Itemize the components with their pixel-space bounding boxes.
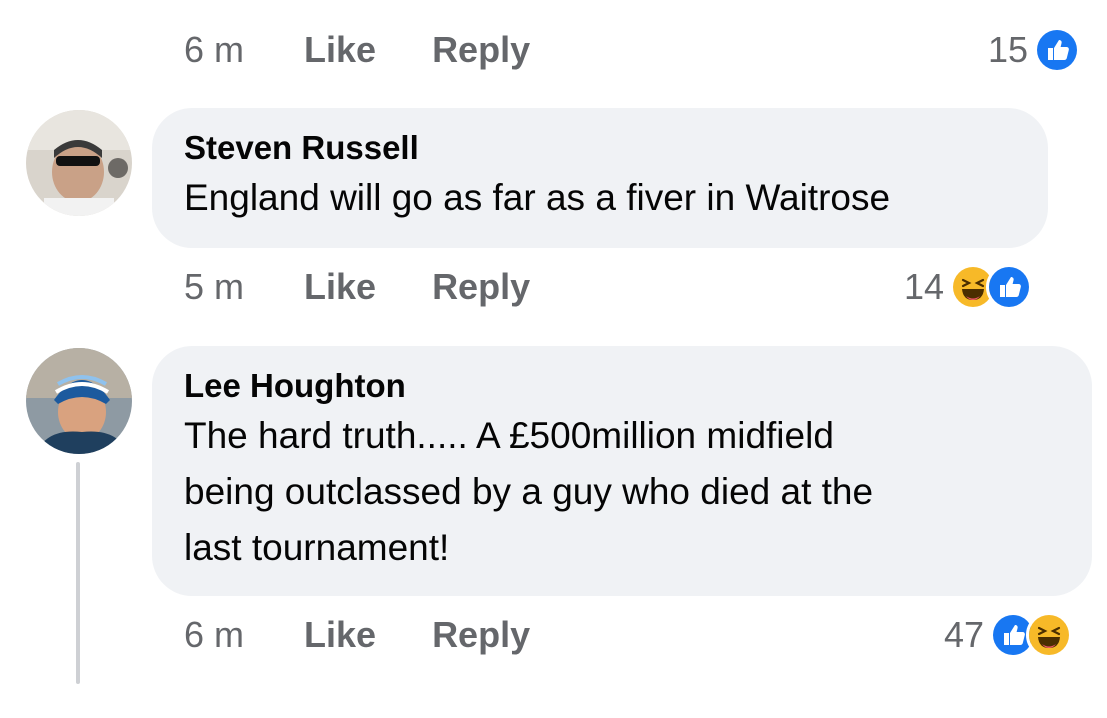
like-button[interactable]: Like bbox=[304, 266, 376, 308]
comment-bubble: Lee Houghton The hard truth..... A £500m… bbox=[152, 346, 1092, 596]
like-button[interactable]: Like bbox=[304, 614, 376, 656]
reply-button[interactable]: Reply bbox=[432, 614, 530, 656]
reaction-count: 14 bbox=[904, 266, 945, 307]
like-icon bbox=[1034, 27, 1081, 73]
comment-author[interactable]: Steven Russell bbox=[184, 126, 1016, 170]
like-icon bbox=[986, 264, 1033, 310]
reply-button[interactable]: Reply bbox=[432, 266, 530, 308]
comment-text: England will go as far as a fiver in Wai… bbox=[184, 177, 891, 218]
comment-timestamp[interactable]: 6 m bbox=[184, 614, 244, 656]
comment-timestamp[interactable]: 6 m bbox=[184, 29, 244, 71]
reaction-count: 47 bbox=[944, 614, 985, 655]
comment-thread: 6 m Like Reply 15 Steven Russell England… bbox=[0, 0, 1107, 718]
reaction-summary[interactable]: 15 bbox=[988, 25, 1081, 75]
reaction-summary[interactable]: 14 bbox=[904, 262, 1033, 312]
avatar[interactable] bbox=[26, 348, 132, 454]
comment-bubble: Steven Russell England will go as far as… bbox=[152, 108, 1048, 248]
comment-actions: 6 m Like Reply bbox=[184, 25, 530, 75]
comment-actions: 5 m Like Reply bbox=[184, 262, 530, 312]
haha-icon bbox=[1026, 612, 1073, 658]
comment-text-line: The hard truth..... A £500million midfie… bbox=[184, 415, 834, 456]
reply-button[interactable]: Reply bbox=[432, 29, 530, 71]
comment-text-line: last tournament! bbox=[184, 527, 450, 568]
reaction-count: 15 bbox=[988, 29, 1029, 70]
comment-actions: 6 m Like Reply bbox=[184, 610, 530, 660]
reaction-summary[interactable]: 47 bbox=[944, 610, 1073, 660]
comment-timestamp[interactable]: 5 m bbox=[184, 266, 244, 308]
like-button[interactable]: Like bbox=[304, 29, 376, 71]
reply-thread-line bbox=[76, 462, 80, 684]
comment-author[interactable]: Lee Houghton bbox=[184, 364, 1060, 408]
avatar[interactable] bbox=[26, 110, 132, 216]
comment-text-line: being outclassed by a guy who died at th… bbox=[184, 471, 874, 512]
